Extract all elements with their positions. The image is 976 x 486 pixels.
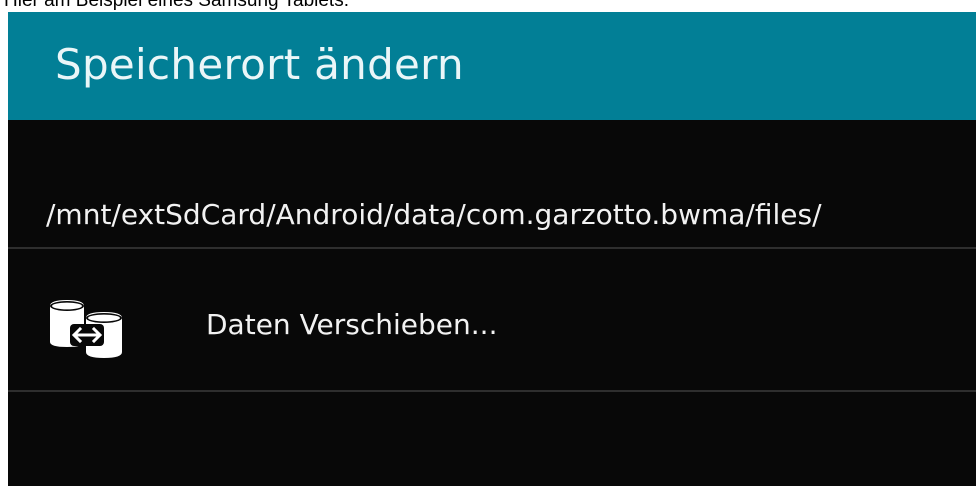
list-divider	[8, 390, 976, 392]
list-divider	[8, 247, 976, 249]
move-data-button[interactable]: Daten Verschieben...	[8, 250, 976, 390]
move-data-label: Daten Verschieben...	[206, 308, 498, 341]
move-data-icon	[50, 300, 122, 358]
action-bar: Speicherort ändern	[8, 12, 976, 120]
storage-path-item[interactable]: /mnt/extSdCard/Android/data/com.garzotto…	[8, 186, 976, 248]
caption-text: Hier am Beispiel eines Samsung Tablets:	[4, 0, 349, 11]
storage-location-screen: Speicherort ändern /mnt/extSdCard/Androi…	[8, 12, 976, 486]
screen-title: Speicherort ändern	[55, 40, 464, 89]
storage-path-text: /mnt/extSdCard/Android/data/com.garzotto…	[46, 198, 822, 231]
